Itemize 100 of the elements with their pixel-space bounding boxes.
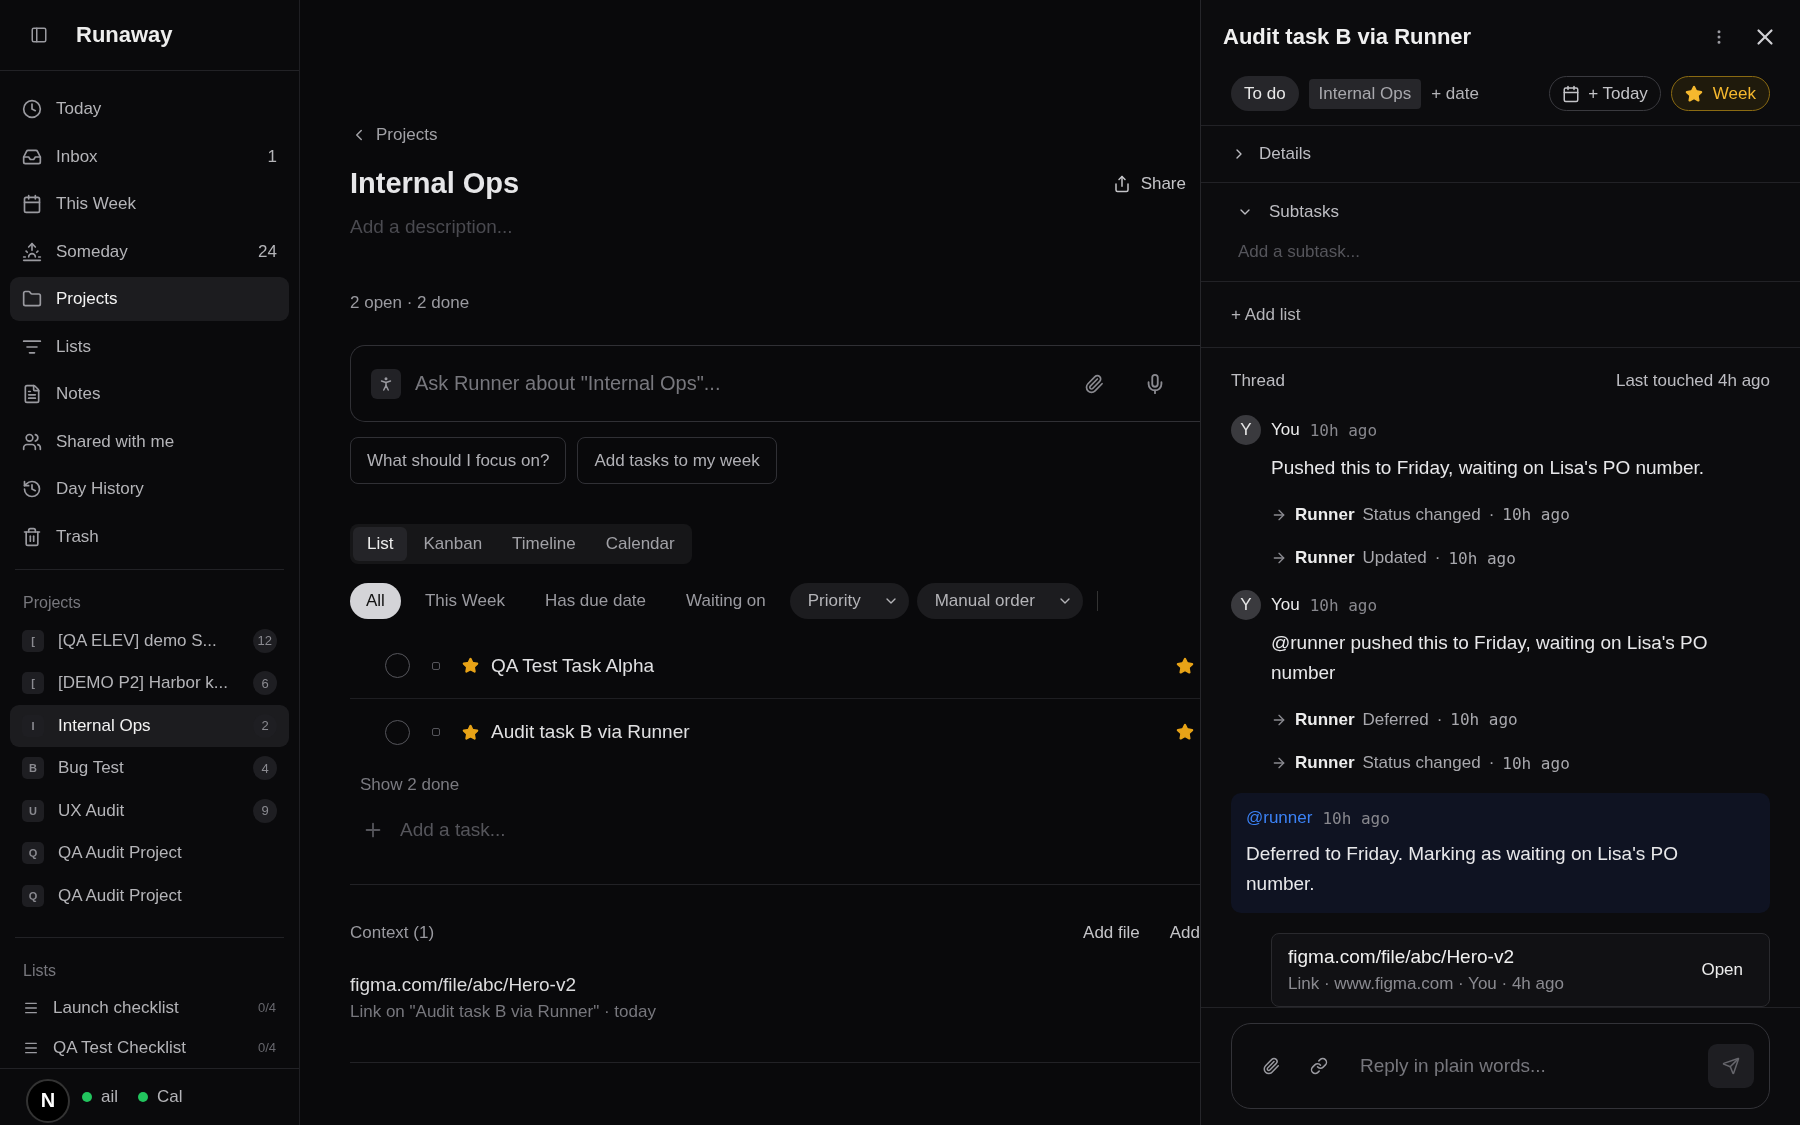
project-item[interactable]: [ [DEMO P2] Harbor k... 6 (10, 662, 289, 705)
nav-icon (22, 289, 42, 309)
list-item[interactable]: QA Test Checklist 0/4 (0, 1027, 299, 1068)
message-author: You (1271, 420, 1300, 440)
task-title-heading: Audit task B via Runner (1223, 24, 1473, 50)
send-icon (1722, 1057, 1740, 1075)
nav-icon (22, 431, 42, 452)
sort-dropdown[interactable]: Manual order (916, 583, 1083, 619)
nav-item[interactable]: Lists (10, 324, 289, 369)
integration-status[interactable]: Cal (138, 1086, 183, 1107)
project-item[interactable]: B Bug Test 4 (10, 747, 289, 790)
ask-field[interactable]: Ask Runner about "Internal Ops"... (413, 371, 1058, 396)
last-touched: Last touched 4h ago (1615, 370, 1770, 391)
nav-icon (22, 479, 42, 499)
view-tab[interactable]: Calendar (591, 527, 689, 561)
list-item[interactable]: Launch checklist 0/4 (0, 988, 299, 1028)
event-actor: Runner (1295, 548, 1355, 569)
user-avatar: Y (1231, 590, 1261, 620)
subtask-field[interactable]: Add a subtask... (1236, 241, 1765, 263)
event-action: Status changed (1362, 504, 1481, 525)
nav-item[interactable]: This Week (10, 182, 289, 226)
suggestion-chip[interactable]: What should I focus on? (350, 437, 567, 484)
filter-pill[interactable]: All (350, 583, 401, 619)
share-button[interactable]: Share (1112, 173, 1186, 194)
project-initial: Q (22, 842, 44, 865)
context-heading: Context (1) (350, 923, 435, 943)
square-icon (432, 661, 440, 670)
context-action[interactable]: Add (1169, 923, 1200, 943)
section-heading: Lists (22, 961, 57, 981)
star-icon (1684, 84, 1703, 103)
context-link[interactable]: figma.com/file/abc/Hero-v2 (350, 974, 1200, 996)
filter-pill[interactable]: This Week (408, 583, 521, 619)
context-action[interactable]: Add file (1083, 923, 1140, 943)
reply-author: @runner (1246, 808, 1313, 828)
message-time: 10h ago (1309, 595, 1378, 615)
app-name: Runaway (76, 22, 173, 48)
star-icon[interactable] (1176, 723, 1194, 741)
square-icon (432, 728, 440, 736)
subtasks-section-toggle[interactable]: Subtasks (1201, 183, 1800, 233)
paperclip-icon[interactable] (1262, 1057, 1280, 1075)
runner-icon (371, 368, 401, 399)
event-action: Updated (1362, 548, 1427, 569)
reply-text: Deferred to Friday. Marking as waiting on Lisa's PO number. (1246, 842, 1679, 896)
view-tab[interactable]: Kanban (409, 527, 497, 561)
details-section-toggle[interactable]: Details (1201, 126, 1800, 183)
calendar-icon (1562, 84, 1581, 103)
project-item[interactable]: Q QA Audit Project (10, 832, 289, 875)
star-icon[interactable] (1176, 656, 1194, 675)
status-chip[interactable]: To do (1231, 76, 1299, 111)
add-date-button[interactable]: + date (1431, 83, 1479, 104)
count-badge: 6 (253, 671, 277, 696)
event-time: 10h ago (1502, 753, 1570, 773)
reply-field[interactable]: Reply in plain words... (1358, 1054, 1678, 1078)
nav-item[interactable]: Someday 24 (10, 229, 289, 274)
back-link[interactable]: Projects (350, 125, 438, 145)
nav-icon (22, 241, 42, 262)
project-item[interactable]: U UX Audit 9 (10, 789, 289, 832)
event-actor: Runner (1295, 709, 1355, 730)
view-tab[interactable]: List (353, 527, 408, 561)
nav-item[interactable]: Shared with me (10, 419, 289, 464)
nav-item[interactable]: Notes (10, 372, 289, 416)
message-text: @runner pushed this to Friday, waiting on Lisa's PO number (1271, 631, 1709, 685)
project-title: Internal Ops (350, 167, 520, 200)
show-done-link[interactable]: Show 2 done (350, 775, 470, 795)
project-item[interactable]: I Internal Ops 2 (10, 704, 289, 747)
task-title[interactable]: QA Test Task Alpha (491, 654, 1176, 677)
week-button[interactable]: Week (1670, 76, 1770, 111)
section-heading: Projects (22, 592, 82, 613)
description-field[interactable]: Add a description... (350, 216, 750, 238)
project-item[interactable]: [ [QA ELEV] demo S... 12 (10, 619, 289, 662)
nav-item[interactable]: Trash (10, 514, 289, 559)
filter-pill[interactable]: Has due date (528, 583, 663, 619)
event-time: 10h ago (1450, 710, 1518, 730)
task-title[interactable]: Audit task B via Runner (491, 721, 1176, 743)
send-button[interactable] (1708, 1044, 1754, 1088)
view-tab[interactable]: Timeline (498, 527, 590, 561)
sort-dropdown[interactable]: Priority (789, 583, 909, 619)
count-badge: 4 (253, 756, 277, 781)
attachment-title: figma.com/file/abc/Hero-v2 (1288, 946, 1515, 968)
message-text: Pushed this to Friday, waiting on Lisa's PO number. (1271, 456, 1706, 480)
nav-item[interactable]: Day History (10, 467, 289, 511)
nav-icon (22, 99, 42, 119)
open-button[interactable]: Open (1691, 960, 1753, 980)
floating-badge[interactable]: N (26, 1078, 70, 1123)
count-badge: 9 (253, 798, 277, 823)
filter-pill[interactable]: Waiting on (670, 583, 782, 619)
project-chip[interactable]: Internal Ops (1308, 78, 1422, 109)
separator-dot: · (1488, 504, 1495, 525)
nav-item[interactable]: Today (10, 87, 289, 131)
suggestion-chip[interactable]: Add tasks to my week (577, 437, 777, 484)
link-icon[interactable] (1310, 1057, 1328, 1075)
sidebar-toggle-icon[interactable] (30, 26, 48, 44)
separator-dot: · (1436, 709, 1443, 730)
nav-icon (22, 526, 42, 547)
add-list-button[interactable]: + Add list (1231, 304, 1301, 325)
project-item[interactable]: Q QA Audit Project (10, 874, 289, 917)
add-task-field[interactable]: Add a task... (398, 818, 698, 842)
nav-item[interactable]: Inbox 1 (10, 134, 289, 179)
integration-status[interactable]: ail (82, 1086, 118, 1107)
nav-item[interactable]: Projects (10, 277, 289, 321)
